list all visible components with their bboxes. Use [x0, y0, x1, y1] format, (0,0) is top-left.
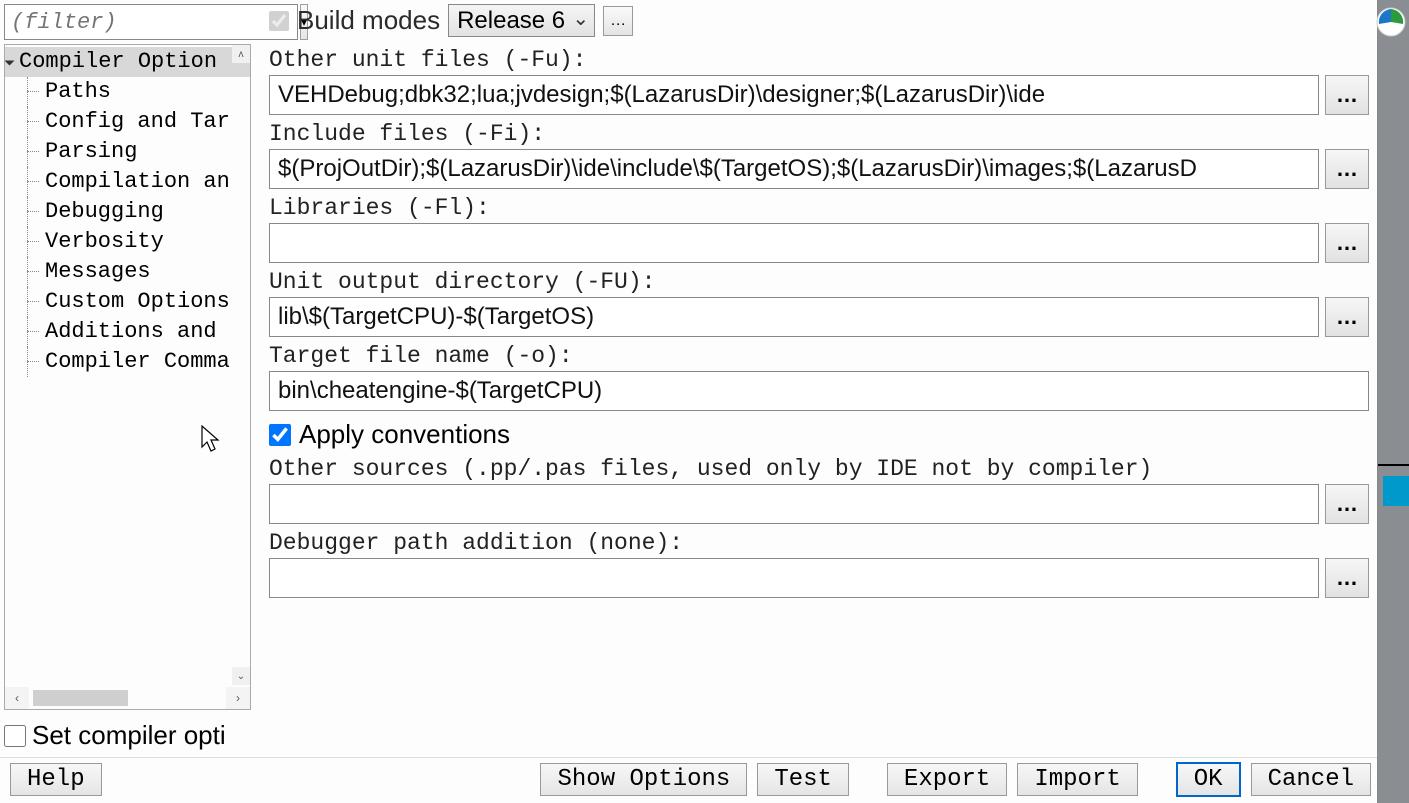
tree-item-messages[interactable]: Messages [5, 257, 250, 287]
tree-item-custom-options[interactable]: Custom Options [5, 287, 250, 317]
tree-scroll-thumb[interactable] [33, 690, 128, 706]
build-modes-checkbox[interactable] [269, 11, 289, 31]
tree-root-compiler-options[interactable]: Compiler Option [5, 47, 250, 77]
show-options-button[interactable]: Show Options [540, 763, 747, 796]
import-button[interactable]: Import [1017, 763, 1137, 796]
other-unit-files-input[interactable] [269, 75, 1319, 115]
apply-conventions-checkbox[interactable] [269, 424, 291, 446]
tree-scroll-left[interactable]: ‹ [5, 687, 29, 709]
target-file-name-input[interactable] [269, 371, 1369, 411]
target-file-name-label: Target file name (-o): [269, 343, 1369, 369]
filter-input[interactable] [4, 4, 298, 40]
debugger-path-input[interactable] [269, 558, 1319, 598]
other-sources-browse[interactable]: … [1325, 484, 1369, 524]
content-panel: Build modes Release 6 … Other unit files… [255, 0, 1377, 714]
tree-scroll-right[interactable]: › [226, 687, 250, 709]
other-sources-label: Other sources (.pp/.pas files, used only… [269, 456, 1369, 482]
apply-conventions-label: Apply conventions [299, 419, 510, 450]
other-unit-files-label: Other unit files (-Fu): [269, 47, 1369, 73]
tree-item-additions[interactable]: Additions and [5, 317, 250, 347]
include-files-input[interactable] [269, 149, 1319, 189]
ok-button[interactable]: OK [1176, 762, 1241, 797]
libraries-input[interactable] [269, 223, 1319, 263]
set-compiler-options-checkbox[interactable] [4, 725, 26, 747]
test-button[interactable]: Test [757, 763, 849, 796]
cancel-button[interactable]: Cancel [1251, 763, 1371, 796]
debugger-path-browse[interactable]: … [1325, 558, 1369, 598]
tree-item-debugging[interactable]: Debugging [5, 197, 250, 227]
tree-scroll-up[interactable]: ʌ [232, 45, 250, 63]
include-files-browse[interactable]: … [1325, 149, 1369, 189]
unit-output-dir-input[interactable] [269, 297, 1319, 337]
footer: Help Show Options Test Export Import OK … [0, 757, 1377, 803]
include-files-label: Include files (-Fi): [269, 121, 1369, 147]
help-button[interactable]: Help [10, 763, 102, 796]
set-compiler-options-label: Set compiler opti [32, 720, 226, 751]
tree-item-config[interactable]: Config and Tar [5, 107, 250, 137]
libraries-browse[interactable]: … [1325, 223, 1369, 263]
tree-scroll-down[interactable]: ⌄ [232, 667, 250, 685]
tree-item-paths[interactable]: Paths [5, 77, 250, 107]
debugger-path-label: Debugger path addition (none): [269, 530, 1369, 556]
unit-output-dir-browse[interactable]: … [1325, 297, 1369, 337]
build-modes-select[interactable]: Release 6 [448, 4, 595, 37]
libraries-label: Libraries (-Fl): [269, 195, 1369, 221]
options-tree: Compiler Option Paths Config and Tar Par… [4, 44, 251, 710]
sidebar: ▾ Compiler Option Paths Config and Tar P… [0, 0, 255, 714]
build-modes-label: Build modes [297, 5, 440, 36]
app-logo-icon [1375, 6, 1407, 38]
other-sources-input[interactable] [269, 484, 1319, 524]
build-modes-manage-button[interactable]: … [603, 6, 633, 36]
background-window-strip [1378, 0, 1409, 803]
tree-item-parsing[interactable]: Parsing [5, 137, 250, 167]
unit-output-dir-label: Unit output directory (-FU): [269, 269, 1369, 295]
export-button[interactable]: Export [887, 763, 1007, 796]
tree-item-verbosity[interactable]: Verbosity [5, 227, 250, 257]
tree-item-compilation[interactable]: Compilation an [5, 167, 250, 197]
tree-item-compiler-commands[interactable]: Compiler Comma [5, 347, 250, 377]
other-unit-files-browse[interactable]: … [1325, 75, 1369, 115]
